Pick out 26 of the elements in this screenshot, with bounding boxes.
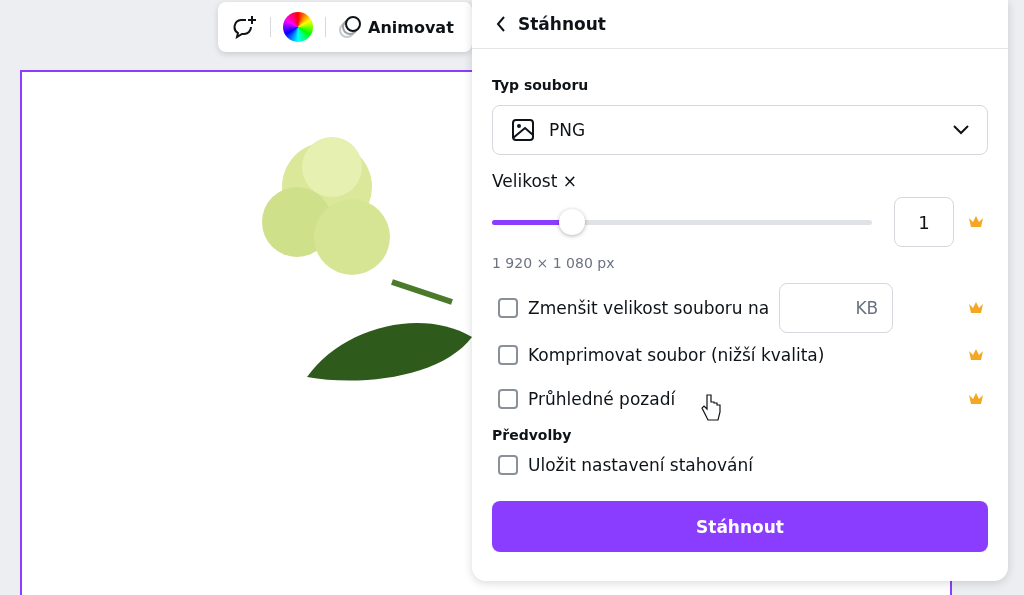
- download-button[interactable]: Stáhnout: [492, 501, 988, 552]
- option-label: Uložit nastavení stahování: [528, 455, 753, 475]
- image-icon: [511, 118, 535, 142]
- color-wheel-icon[interactable]: [283, 12, 313, 42]
- checkbox[interactable]: [498, 298, 518, 318]
- option-label: Zmenšit velikost souboru na: [528, 298, 770, 318]
- size-field[interactable]: 1: [894, 197, 954, 247]
- animate-icon: [338, 15, 364, 39]
- checkbox[interactable]: [498, 345, 518, 365]
- presets-label: Předvolby: [492, 427, 573, 443]
- panel-title: Stáhnout: [518, 14, 606, 34]
- dimensions-text: 1 920 × 1 080 px: [492, 255, 616, 271]
- add-comment-icon[interactable]: [232, 15, 258, 39]
- checkbox[interactable]: [498, 455, 518, 475]
- animate-button[interactable]: Animovat: [338, 15, 454, 39]
- size-slider[interactable]: [492, 209, 872, 235]
- size-label: Velikost ×: [492, 171, 579, 191]
- option-label: Komprimovat soubor (nižší kvalita): [528, 345, 825, 365]
- file-type-dropdown[interactable]: PNG: [492, 105, 988, 155]
- back-icon[interactable]: [496, 16, 506, 32]
- chevron-down-icon: [953, 125, 969, 135]
- checkbox[interactable]: [498, 389, 518, 409]
- file-type-label: Typ souboru: [492, 77, 590, 93]
- size-limit-field[interactable]: KB: [779, 283, 894, 333]
- hand-cursor-icon: [701, 393, 721, 423]
- option-label: Průhledné pozadí: [528, 389, 676, 409]
